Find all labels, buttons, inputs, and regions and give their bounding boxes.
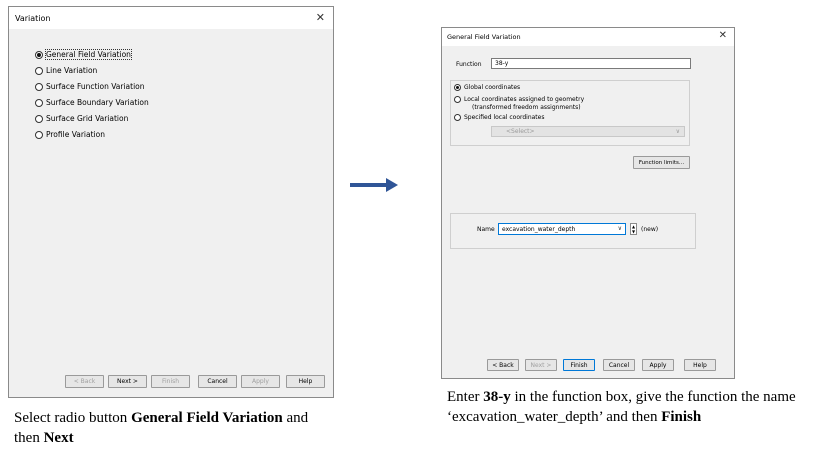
radio-icon[interactable] (35, 130, 43, 139)
close-icon[interactable]: ✕ (719, 30, 727, 41)
help-button[interactable]: Help (684, 359, 716, 371)
apply-button[interactable]: Apply (642, 359, 674, 371)
local-coordinates-sublabel: (transformed freedom assignments) (472, 104, 581, 111)
chevron-down-icon: ∨ (675, 128, 680, 135)
apply-button[interactable]: Apply (241, 375, 280, 388)
caption-bold: 38-y (483, 389, 511, 405)
radio-selected-icon[interactable] (454, 84, 461, 91)
caption-text: Select radio button (14, 410, 132, 426)
spinner-arrows-icon[interactable]: ▲ ▼ (630, 223, 637, 235)
caption-bold: General Field Variation (131, 410, 283, 426)
general-field-variation-dialog: General Field Variation ✕ Function 38-y … (441, 27, 735, 379)
back-button[interactable]: < Back (65, 375, 104, 388)
radio-selected-icon[interactable] (35, 50, 43, 59)
radio-label: Profile Variation (46, 130, 105, 139)
coordinates-group: Global coordinates Local coordinates ass… (450, 80, 690, 146)
finish-button[interactable]: Finish (563, 359, 595, 371)
name-combobox[interactable]: excavation_water_depth ∨ (498, 223, 626, 235)
radio-label: Global coordinates (464, 84, 521, 91)
radio-label: Surface Boundary Variation (46, 98, 149, 107)
name-value: excavation_water_depth (502, 225, 576, 233)
radio-surface-grid[interactable]: Surface Grid Variation (35, 114, 128, 123)
radio-icon[interactable] (35, 66, 43, 75)
back-button[interactable]: < Back (487, 359, 519, 371)
radio-icon[interactable] (454, 96, 461, 103)
dialog-title: General Field Variation (447, 33, 521, 41)
left-caption: Select radio button General Field Variat… (14, 408, 334, 448)
radio-label: Surface Function Variation (46, 82, 145, 91)
radio-icon[interactable] (35, 98, 43, 107)
right-caption: Enter 38-y in the function box, give the… (447, 387, 827, 427)
radio-label: Surface Grid Variation (46, 114, 129, 123)
name-group: Name excavation_water_depth ∨ ▲ ▼ (new) (450, 213, 696, 249)
name-label: Name (477, 226, 495, 233)
coordinate-select[interactable]: <Select> ∨ (491, 126, 685, 137)
radio-line[interactable]: Line Variation (35, 66, 97, 75)
close-icon[interactable]: ✕ (316, 11, 325, 24)
radio-icon[interactable] (35, 114, 43, 123)
function-input[interactable]: 38-y (491, 58, 691, 69)
caption-bold: Finish (661, 409, 702, 425)
next-button[interactable]: Next > (108, 375, 147, 388)
radio-label: General Field Variation (45, 49, 132, 60)
radio-label: Local coordinates assigned to geometry (464, 96, 585, 103)
radio-global-coordinates[interactable]: Global coordinates (454, 84, 520, 91)
function-label: Function (456, 61, 482, 68)
function-group: Function 38-y (448, 56, 730, 74)
caption-bold: Next (43, 430, 74, 446)
radio-label: Line Variation (46, 66, 98, 75)
next-button[interactable]: Next > (525, 359, 557, 371)
cancel-button[interactable]: Cancel (603, 359, 635, 371)
radio-general-field[interactable]: General Field Variation (35, 49, 132, 60)
title-bar: Variation ✕ (9, 7, 333, 29)
right-arrow-icon (350, 178, 398, 192)
finish-button[interactable]: Finish (151, 375, 190, 388)
chevron-down-icon[interactable]: ∨ (618, 225, 622, 232)
select-placeholder: <Select> (506, 128, 535, 135)
radio-profile[interactable]: Profile Variation (35, 130, 105, 139)
new-label: (new) (641, 226, 659, 233)
radio-local-coordinates[interactable]: Local coordinates assigned to geometry (454, 96, 584, 103)
help-button[interactable]: Help (286, 375, 325, 388)
dialog-title: Variation (15, 14, 51, 23)
radio-label: Specified local coordinates (464, 114, 545, 121)
radio-surface-function[interactable]: Surface Function Variation (35, 82, 145, 91)
variation-dialog: Variation ✕ General Field Variation Line… (8, 6, 334, 398)
caption-text: Enter (447, 389, 484, 405)
radio-icon[interactable] (35, 82, 43, 91)
function-limits-button[interactable]: Function limits... (633, 156, 690, 169)
cancel-button[interactable]: Cancel (198, 375, 237, 388)
title-bar: General Field Variation ✕ (442, 28, 734, 46)
radio-icon[interactable] (454, 114, 461, 121)
radio-specified-local-coordinates[interactable]: Specified local coordinates (454, 114, 544, 121)
radio-surface-boundary[interactable]: Surface Boundary Variation (35, 98, 149, 107)
